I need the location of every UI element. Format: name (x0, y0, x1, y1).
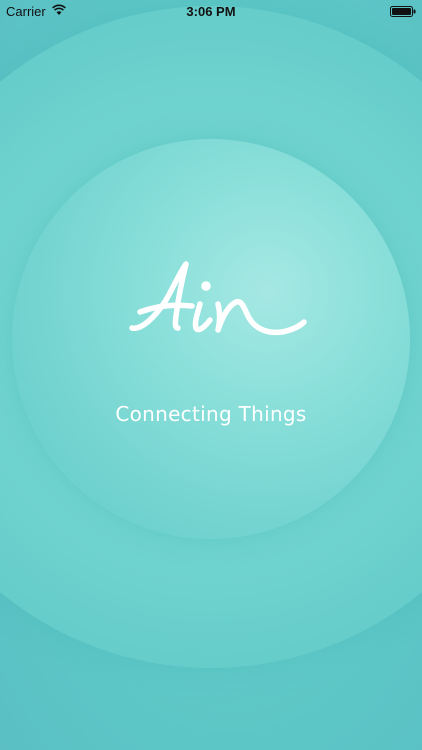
tagline: Connecting Things (115, 402, 307, 426)
air-logo (126, 256, 308, 342)
splash-screen: Carrier 3:06 PM Connecting Things (0, 0, 422, 750)
status-time: 3:06 PM (186, 4, 236, 19)
status-bar: Carrier 3:06 PM (0, 0, 422, 22)
battery-icon (390, 5, 416, 17)
